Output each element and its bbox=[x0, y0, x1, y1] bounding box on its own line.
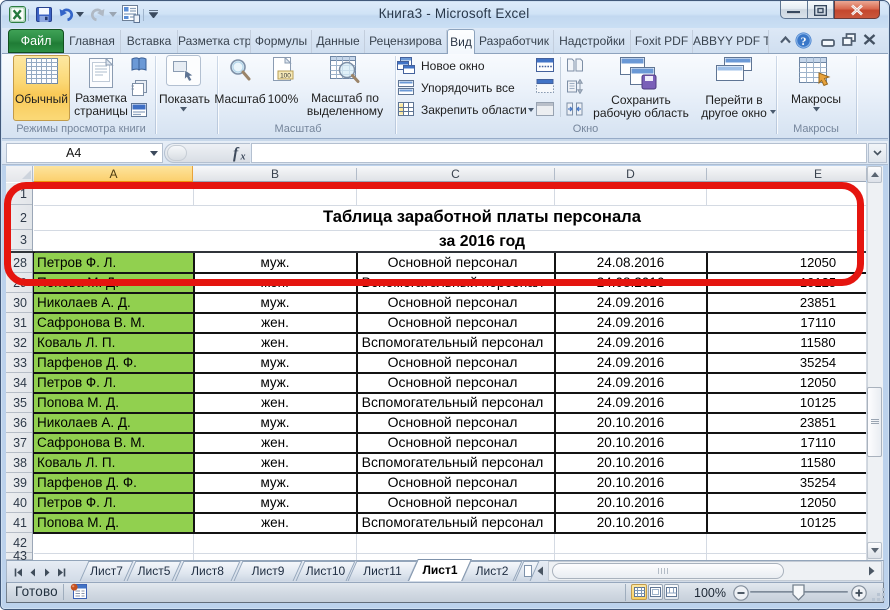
svg-text:x: x bbox=[240, 152, 246, 163]
svg-text:100: 100 bbox=[280, 73, 291, 80]
svg-text:f: f bbox=[233, 145, 240, 162]
svg-text:?: ? bbox=[801, 34, 807, 48]
